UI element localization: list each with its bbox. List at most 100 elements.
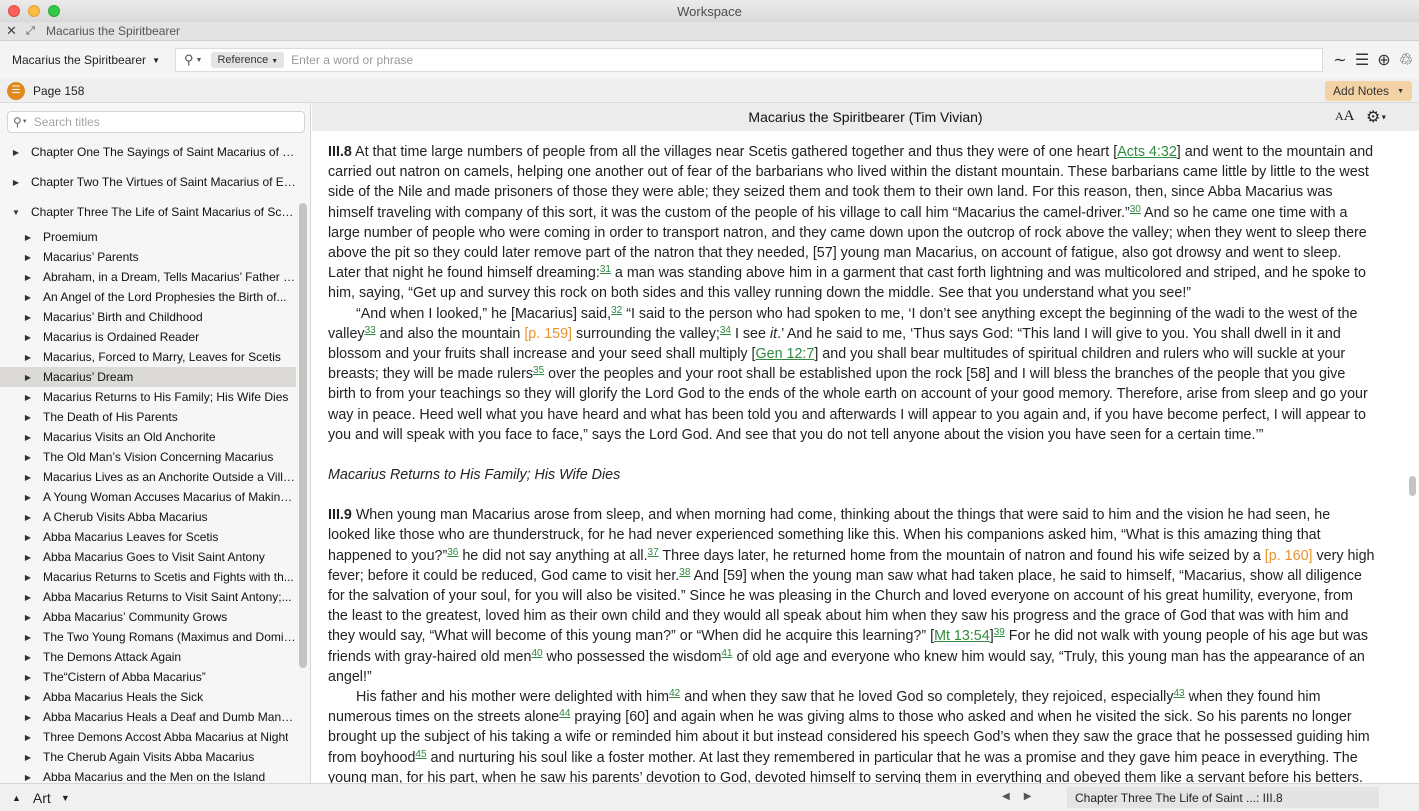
- toc-item[interactable]: ▶ Macarius’ Dream: [0, 367, 296, 387]
- toc-item[interactable]: ▶ Three Demons Accost Abba Macarius at Ni…: [0, 727, 296, 747]
- layout-picker[interactable]: ▲ Art ▼: [12, 790, 70, 806]
- toc-item[interactable]: ▶ Abba Macarius Heals a Deaf and Dumb Man…: [0, 707, 296, 727]
- list-view-icon[interactable]: ☰: [1354, 50, 1370, 70]
- toc-item[interactable]: ▶ Abba Macarius and the Men on the Island: [0, 767, 296, 783]
- content-scrollbar[interactable]: [1409, 476, 1416, 496]
- toc-item[interactable]: ▶ Macarius Visits an Old Anchorite: [0, 427, 296, 447]
- toc-item[interactable]: ▶ The Demons Attack Again: [0, 647, 296, 667]
- chevron-down-icon[interactable]: ▼: [196, 57, 203, 64]
- disclosure-collapsed-icon[interactable]: ▶: [10, 148, 22, 157]
- disclosure-collapsed-icon[interactable]: ▶: [22, 633, 34, 642]
- disclosure-collapsed-icon[interactable]: ▶: [22, 473, 34, 482]
- footnote-link[interactable]: 41: [721, 648, 732, 659]
- disclosure-collapsed-icon[interactable]: ▶: [22, 753, 34, 762]
- maximize-window-button[interactable]: [48, 5, 60, 17]
- disclosure-collapsed-icon[interactable]: ▶: [22, 673, 34, 682]
- toc-item[interactable]: ▶ Macarius is Ordained Reader: [0, 327, 296, 347]
- sidebar-scrollbar[interactable]: [299, 203, 307, 668]
- toc-item[interactable]: ▶ Macarius Lives as an Anchorite Outside …: [0, 467, 296, 487]
- book-picker[interactable]: Macarius the Spiritbearer ▼: [7, 48, 165, 72]
- footnote-link[interactable]: 31: [600, 264, 611, 275]
- toc-item[interactable]: ▶ Abba Macarius Heals the Sick: [0, 687, 296, 707]
- disclosure-collapsed-icon[interactable]: ▶: [10, 178, 22, 187]
- footnote-link[interactable]: 36: [447, 547, 458, 558]
- toc-chapter[interactable]: ▶ Chapter One The Sayings of Saint Macari…: [0, 137, 296, 167]
- search-input[interactable]: [291, 53, 1192, 67]
- search-icon[interactable]: ⚲: [13, 115, 22, 129]
- table-of-contents-icon[interactable]: ☰: [7, 81, 25, 100]
- toc-item[interactable]: ▶ The Death of His Parents: [0, 407, 296, 427]
- toc-item[interactable]: ▶ Macarius’ Birth and Childhood: [0, 307, 296, 327]
- footnote-link[interactable]: 35: [533, 365, 544, 376]
- toc-item[interactable]: ▶ A Young Woman Accuses Macarius of Makin…: [0, 487, 296, 507]
- close-panel-icon[interactable]: ✕: [6, 23, 18, 39]
- toc-item[interactable]: ▶ Abba Macarius Returns to Visit Saint An…: [0, 587, 296, 607]
- disclosure-collapsed-icon[interactable]: ▶: [22, 353, 34, 362]
- back-arrow-icon[interactable]: ◀: [1002, 791, 1010, 802]
- disclosure-collapsed-icon[interactable]: ▶: [22, 713, 34, 722]
- disclosure-collapsed-icon[interactable]: ▶: [22, 313, 34, 322]
- disclosure-collapsed-icon[interactable]: ▶: [22, 573, 34, 582]
- footnote-link[interactable]: 30: [1130, 204, 1141, 215]
- title-search-input[interactable]: [33, 115, 284, 129]
- expand-panel-icon[interactable]: ⤢: [26, 25, 38, 38]
- footnote-link[interactable]: 45: [415, 749, 426, 760]
- disclosure-expanded-icon[interactable]: ▼: [10, 208, 22, 217]
- toc-item[interactable]: ▶ Abraham, in a Dream, Tells Macarius’ Fa…: [0, 267, 296, 287]
- toc-item[interactable]: ▶ Macarius Returns to Scetis and Fights w…: [0, 567, 296, 587]
- footnote-link[interactable]: 44: [559, 708, 570, 719]
- disclosure-collapsed-icon[interactable]: ▶: [22, 493, 34, 502]
- toc-item[interactable]: ▶ Proemium: [0, 227, 296, 247]
- location-field[interactable]: Chapter Three The Life of Saint ...: III…: [1067, 787, 1379, 808]
- toc-item[interactable]: ▶ Abba Macarius Leaves for Scetis: [0, 527, 296, 547]
- disclosure-collapsed-icon[interactable]: ▶: [22, 733, 34, 742]
- disclosure-collapsed-icon[interactable]: ▶: [22, 513, 34, 522]
- toc-chapter[interactable]: ▼ Chapter Three The Life of Saint Macariu…: [0, 197, 296, 227]
- disclosure-collapsed-icon[interactable]: ▶: [22, 613, 34, 622]
- font-size-icon[interactable]: AA: [1335, 108, 1355, 125]
- chevron-down-icon[interactable]: ▼: [22, 119, 28, 125]
- footnote-link[interactable]: 32: [611, 305, 622, 316]
- disclosure-collapsed-icon[interactable]: ▶: [22, 293, 34, 302]
- gear-icon[interactable]: ⚙▼: [1366, 107, 1387, 127]
- toc-item[interactable]: ▶ The Cherub Again Visits Abba Macarius: [0, 747, 296, 767]
- footnote-link[interactable]: 40: [531, 648, 542, 659]
- toc-item[interactable]: ▶ A Cherub Visits Abba Macarius: [0, 507, 296, 527]
- footnote-link[interactable]: 34: [720, 325, 731, 336]
- search-icon[interactable]: ⚲: [184, 52, 194, 68]
- footnote-link[interactable]: 37: [648, 547, 659, 558]
- forward-arrow-icon[interactable]: ▶: [1024, 791, 1032, 802]
- disclosure-collapsed-icon[interactable]: ▶: [22, 373, 34, 382]
- disclosure-collapsed-icon[interactable]: ▶: [22, 593, 34, 602]
- toc-item[interactable]: ▶ Macarius Returns to His Family; His Wif…: [0, 387, 296, 407]
- footnote-link[interactable]: 42: [669, 688, 680, 699]
- footnote-link[interactable]: 43: [1173, 688, 1184, 699]
- toc-item[interactable]: ▶ The Two Young Romans (Maximus and Domit…: [0, 627, 296, 647]
- toc-chapter[interactable]: ▶ Chapter Two The Virtues of Saint Macari…: [0, 167, 296, 197]
- disclosure-collapsed-icon[interactable]: ▶: [22, 433, 34, 442]
- toc-item[interactable]: ▶ Abba Macarius’ Community Grows: [0, 607, 296, 627]
- footnote-link[interactable]: 33: [365, 325, 376, 336]
- disclosure-collapsed-icon[interactable]: ▶: [22, 773, 34, 782]
- disclosure-collapsed-icon[interactable]: ▶: [22, 253, 34, 262]
- toc-item[interactable]: ▶ Abba Macarius Goes to Visit Saint Anton…: [0, 547, 296, 567]
- scripture-link[interactable]: Acts 4:32: [1117, 144, 1177, 160]
- footnote-link[interactable]: 38: [679, 567, 690, 578]
- disclosure-collapsed-icon[interactable]: ▶: [22, 453, 34, 462]
- disclosure-collapsed-icon[interactable]: ▶: [22, 553, 34, 562]
- toc-item[interactable]: ▶ Macarius’ Parents: [0, 247, 296, 267]
- scripture-link[interactable]: Mt 13:54: [934, 628, 990, 644]
- disclosure-collapsed-icon[interactable]: ▶: [22, 393, 34, 402]
- disclosure-collapsed-icon[interactable]: ▶: [22, 533, 34, 542]
- add-circle-icon[interactable]: ⊕: [1376, 50, 1392, 70]
- disclosure-collapsed-icon[interactable]: ▶: [22, 413, 34, 422]
- add-notes-button[interactable]: Add Notes ▼: [1325, 81, 1412, 101]
- footnote-link[interactable]: 39: [994, 627, 1005, 638]
- close-window-button[interactable]: [8, 5, 20, 17]
- disclosure-collapsed-icon[interactable]: ▶: [22, 653, 34, 662]
- toc-item[interactable]: ▶ The Old Man’s Vision Concerning Macariu…: [0, 447, 296, 467]
- disclosure-collapsed-icon[interactable]: ▶: [22, 333, 34, 342]
- share-icon[interactable]: ♲: [1398, 50, 1414, 70]
- disclosure-collapsed-icon[interactable]: ▶: [22, 233, 34, 242]
- toc-item[interactable]: ▶ The“Cistern of Abba Macarius”: [0, 667, 296, 687]
